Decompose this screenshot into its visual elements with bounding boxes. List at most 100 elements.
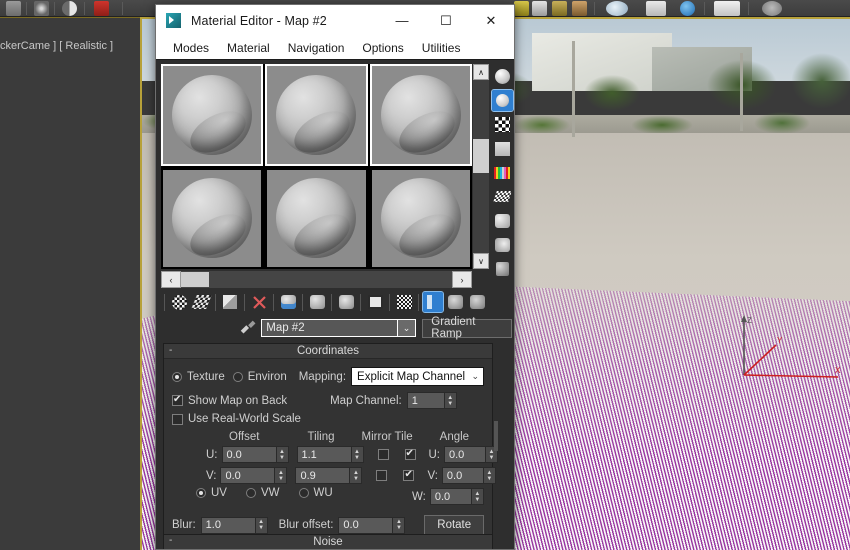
select-object-icon[interactable] bbox=[6, 1, 21, 16]
material-editor-toolbar[interactable] bbox=[160, 290, 510, 314]
background-checker-icon[interactable] bbox=[492, 114, 513, 135]
stepper-arrows-icon[interactable]: ▲ ▼ bbox=[483, 467, 496, 484]
v-tiling-value[interactable]: 0.9 bbox=[295, 467, 351, 484]
stepper-arrows-icon[interactable]: ▲ ▼ bbox=[275, 467, 288, 484]
backlight-icon[interactable] bbox=[490, 89, 514, 112]
hscroll-left-button[interactable]: ‹ bbox=[161, 271, 181, 288]
map-channel-stepper[interactable]: 1 ▲ ▼ bbox=[406, 392, 457, 409]
sample-slot-6[interactable] bbox=[369, 167, 472, 269]
select-and-link-icon[interactable] bbox=[34, 1, 49, 16]
make-material-copy-icon[interactable] bbox=[278, 292, 298, 312]
render-frame-window-icon[interactable] bbox=[646, 1, 666, 16]
u-mirror-checkbox[interactable] bbox=[377, 449, 389, 460]
stepper-arrows-icon[interactable]: ▲ ▼ bbox=[276, 446, 289, 463]
stepper-arrows-icon[interactable]: ▲ ▼ bbox=[350, 467, 363, 484]
v-offset-stepper[interactable]: 0.0 ▲ ▼ bbox=[220, 467, 288, 484]
reset-map-icon[interactable] bbox=[249, 292, 269, 312]
assign-material-to-selection-icon[interactable] bbox=[220, 292, 240, 312]
menu-navigation[interactable]: Navigation bbox=[279, 39, 354, 57]
texture-radio[interactable] bbox=[172, 371, 182, 382]
stepper-arrows-icon[interactable]: ▲ ▼ bbox=[255, 516, 268, 534]
pick-material-from-object-icon[interactable] bbox=[238, 319, 258, 337]
coordinates-rollout-header[interactable]: - Coordinates bbox=[164, 344, 492, 359]
put-material-to-scene-icon[interactable] bbox=[190, 292, 212, 312]
sample-uv-tiling-icon[interactable] bbox=[492, 138, 513, 159]
stepper-arrows-icon[interactable]: ▲ ▼ bbox=[471, 488, 484, 505]
angle-snap-icon[interactable] bbox=[532, 1, 547, 16]
transform-gizmo-axis-tripod[interactable]: Z X Y bbox=[716, 313, 846, 395]
render-production-icon[interactable] bbox=[680, 1, 695, 16]
maximize-button[interactable]: ☐ bbox=[424, 5, 468, 36]
stepper-arrows-icon[interactable]: ▲ ▼ bbox=[393, 516, 406, 534]
blur-stepper[interactable]: 1.0 ▲ ▼ bbox=[200, 516, 268, 534]
stepper-arrows-icon[interactable]: ▲ ▼ bbox=[444, 392, 457, 409]
put-to-library-icon[interactable] bbox=[336, 292, 356, 312]
make-unique-icon[interactable] bbox=[307, 292, 327, 312]
u-tiling-value[interactable]: 1.1 bbox=[296, 446, 352, 463]
v-angle-value[interactable]: 0.0 bbox=[441, 467, 484, 484]
material-editor-icon[interactable] bbox=[606, 1, 628, 16]
snaps-toggle-icon[interactable] bbox=[514, 1, 529, 16]
scene-explorer-icon[interactable] bbox=[714, 1, 740, 16]
material-editor-window[interactable]: Material Editor - Map #2 — ☐ ✕ Modes Mat… bbox=[155, 4, 515, 550]
select-and-rotate-icon[interactable] bbox=[62, 1, 77, 16]
menu-modes[interactable]: Modes bbox=[164, 39, 218, 57]
sample-slot-4[interactable] bbox=[161, 167, 264, 269]
material-id-channel-icon[interactable] bbox=[365, 292, 385, 312]
u-angle-stepper[interactable]: 0.0 ▲ ▼ bbox=[444, 446, 498, 463]
rotate-button[interactable]: Rotate bbox=[424, 515, 484, 535]
map-type-button[interactable]: Gradient Ramp bbox=[422, 316, 512, 340]
go-forward-to-sibling-icon[interactable] bbox=[467, 292, 487, 312]
material-id-channel-icon[interactable] bbox=[492, 258, 513, 279]
rollout-grip[interactable] bbox=[494, 421, 498, 451]
sample-slot-1[interactable] bbox=[161, 64, 264, 166]
v-offset-value[interactable]: 0.0 bbox=[220, 467, 276, 484]
v-tile-checkbox[interactable] bbox=[403, 469, 415, 481]
sample-slot-5[interactable] bbox=[265, 167, 368, 269]
mapping-select[interactable]: Explicit Map Channel ⌄ bbox=[351, 367, 484, 386]
sample-slots-grid[interactable] bbox=[161, 64, 472, 269]
w-angle-stepper[interactable]: 0.0 ▲ ▼ bbox=[429, 488, 484, 505]
environ-radio[interactable] bbox=[232, 371, 243, 382]
menu-options[interactable]: Options bbox=[353, 39, 412, 57]
slots-horizontal-scrollbar[interactable]: ‹ › bbox=[161, 271, 472, 288]
u-offset-value[interactable]: 0.0 bbox=[221, 446, 277, 463]
show-end-result-icon[interactable] bbox=[422, 291, 444, 313]
menubar[interactable]: Modes Material Navigation Options Utilit… bbox=[156, 36, 514, 59]
stepper-arrows-icon[interactable]: ▲ ▼ bbox=[351, 446, 364, 463]
hscroll-right-button[interactable]: › bbox=[452, 271, 472, 288]
scroll-down-button[interactable]: ∨ bbox=[473, 253, 489, 269]
scroll-up-button[interactable]: ∧ bbox=[473, 64, 489, 80]
map-channel-value[interactable]: 1 bbox=[406, 392, 445, 409]
select-by-material-icon[interactable] bbox=[492, 234, 513, 255]
orbit-icon[interactable] bbox=[762, 1, 782, 16]
options-icon[interactable] bbox=[492, 210, 513, 231]
u-tile-checkbox[interactable] bbox=[404, 448, 416, 460]
slots-vertical-scrollbar[interactable]: ∧ ∨ bbox=[473, 64, 489, 269]
hscroll-thumb[interactable] bbox=[181, 272, 209, 287]
go-to-parent-icon[interactable] bbox=[445, 292, 465, 312]
spinner-snap-icon[interactable] bbox=[572, 1, 587, 16]
get-material-icon[interactable] bbox=[169, 292, 189, 312]
close-button[interactable]: ✕ bbox=[468, 5, 514, 36]
use-real-world-scale-checkbox[interactable] bbox=[172, 413, 183, 425]
chevron-down-icon[interactable]: ⌄ bbox=[397, 319, 417, 337]
u-angle-value[interactable]: 0.0 bbox=[444, 446, 486, 463]
v-angle-stepper[interactable]: 0.0 ▲ ▼ bbox=[441, 467, 496, 484]
v-mirror-checkbox[interactable] bbox=[376, 470, 388, 481]
blur-offset-value[interactable]: 0.0 bbox=[338, 516, 394, 534]
menu-utilities[interactable]: Utilities bbox=[413, 39, 470, 57]
sample-type-sphere-icon[interactable] bbox=[492, 66, 513, 87]
scroll-thumb[interactable] bbox=[473, 139, 489, 173]
u-tiling-stepper[interactable]: 1.1 ▲ ▼ bbox=[296, 446, 364, 463]
noise-rollout-header[interactable]: - Noise bbox=[163, 534, 493, 549]
video-color-check-icon[interactable] bbox=[492, 162, 513, 183]
show-shaded-material-in-viewport-icon[interactable] bbox=[394, 292, 414, 312]
collapse-icon[interactable]: - bbox=[169, 536, 172, 546]
menu-material[interactable]: Material bbox=[218, 39, 279, 57]
w-angle-value[interactable]: 0.0 bbox=[429, 488, 472, 505]
show-map-on-back-checkbox[interactable] bbox=[172, 394, 183, 406]
blur-value[interactable]: 1.0 bbox=[200, 516, 256, 534]
percent-snap-icon[interactable] bbox=[552, 1, 567, 16]
coordinates-rollout[interactable]: - Coordinates Texture Environ Mapping: E… bbox=[163, 343, 498, 544]
